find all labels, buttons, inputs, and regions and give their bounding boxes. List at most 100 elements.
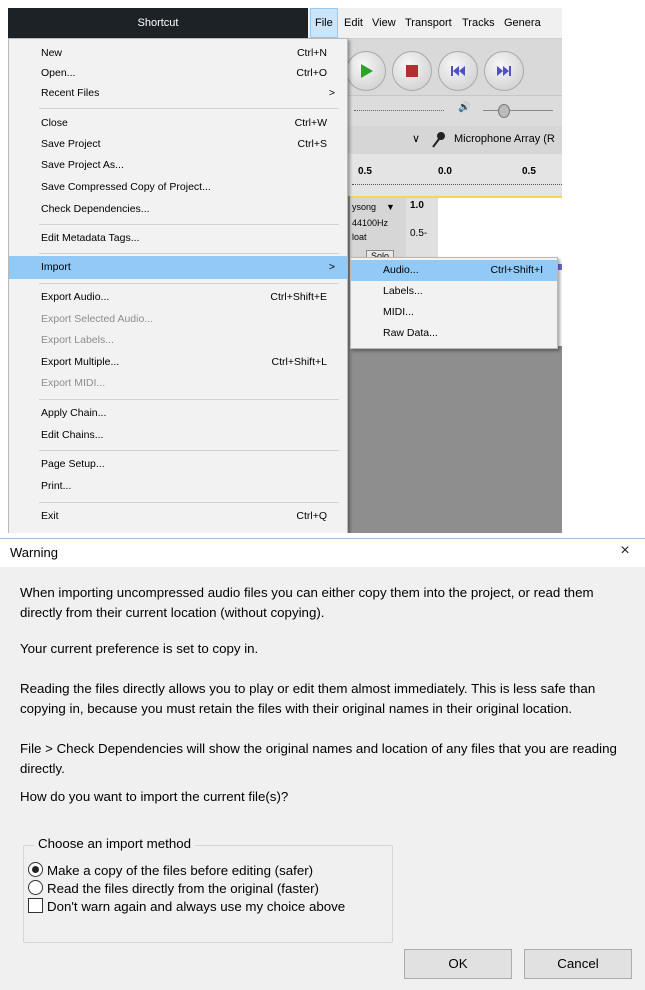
track-rate: 44100Hz [352,218,389,228]
menu-item-new[interactable]: New Ctrl+N [9,43,347,64]
warning-dialog: Warning × When importing uncompressed au… [0,538,645,990]
menu-item-apply-chain[interactable]: Apply Chain... [9,403,347,424]
radio-selected-icon[interactable] [28,862,43,877]
menu-tracks[interactable]: Tracks [462,8,495,38]
menu-item-shortcut: Ctrl+Shift+I [490,264,543,276]
dialog-title-bar: Warning × [0,539,645,567]
import-method-group: Choose an import method Make a copy of t… [23,836,393,943]
menu-item-label: Edit Chains... [41,429,104,441]
checkbox-icon[interactable] [28,898,43,913]
menu-separator [39,450,339,451]
menu-item-label: Edit Metadata Tags... [41,232,140,244]
menu-item-label: MIDI... [383,306,414,318]
dialog-question: How do you want to import the current fi… [20,789,289,804]
menu-item-page-setup[interactable]: Page Setup... [9,454,347,475]
play-icon [361,64,373,78]
menu-file[interactable]: File [310,8,338,38]
playback-slider-thumb[interactable] [498,104,510,118]
skip-to-end-button[interactable] [484,51,524,91]
menu-item-import[interactable]: Import > [9,256,347,279]
menu-item-edit-metadata-tags[interactable]: Edit Metadata Tags... [9,228,347,249]
menu-item-shortcut: Ctrl+Shift+L [271,356,327,368]
option-copy-files[interactable]: Make a copy of the files before editing … [28,862,313,880]
ok-button[interactable]: OK [404,949,512,979]
menu-item-label: Export Labels... [41,334,114,346]
dialog-message-preference: Your current preference is set to copy i… [20,641,259,656]
menu-generate[interactable]: Genera [504,8,541,38]
audacity-screenshot: Shortcut File Edit View Transport Tracks… [8,8,562,533]
menu-separator [39,399,339,400]
menu-item-label: Import [41,261,71,273]
option-copy-label: Make a copy of the files before editing … [47,863,314,878]
option-direct-label: Read the files directly from the origina… [47,881,319,896]
menu-bar: File Edit View Transport Tracks Genera [308,8,562,39]
menu-item-print[interactable]: Print... [9,476,347,497]
option-dont-warn-label: Don't warn again and always use my choic… [47,899,346,914]
submenu-item-raw-data[interactable]: Raw Data... [351,323,557,344]
submenu-item-midi[interactable]: MIDI... [351,302,557,323]
menu-item-export-multiple[interactable]: Export Multiple... Ctrl+Shift+L [9,352,347,373]
submenu-item-labels[interactable]: Labels... [351,281,557,302]
scale-mid-label: 0.5- [410,228,428,239]
menu-item-label: Page Setup... [41,458,105,470]
track-menu-arrow-icon[interactable]: ▼ [386,202,395,212]
menu-edit[interactable]: Edit [344,8,363,38]
menu-separator [39,502,339,503]
menu-item-label: Export Audio... [41,291,110,303]
menu-item-shortcut: Ctrl+Shift+E [270,291,327,303]
stop-icon [406,65,418,77]
microphone-icon [432,132,445,148]
option-dont-warn-again[interactable]: Don't warn again and always use my choic… [28,898,345,916]
menu-item-label: Save Project [41,138,101,150]
menu-item-save-compressed-copy[interactable]: Save Compressed Copy of Project... [9,177,347,198]
input-device-select[interactable]: Microphone Array (R [454,133,555,145]
menu-item-label: Audio... [383,264,419,276]
dialog-message-intro: When importing uncompressed audio files … [20,585,594,620]
chevron-down-icon[interactable]: ∨ [412,132,420,145]
submenu-item-audio[interactable]: Audio... Ctrl+Shift+I [351,260,557,281]
menu-item-label: Check Dependencies... [41,203,150,215]
stop-button[interactable] [392,51,432,91]
menu-view[interactable]: View [372,8,396,38]
menu-item-label: Export MIDI... [41,377,106,389]
menu-transport[interactable]: Transport [405,8,452,38]
menu-item-close[interactable]: Close Ctrl+W [9,113,347,134]
radio-unselected-icon[interactable] [28,880,43,895]
cancel-button[interactable]: Cancel [524,949,632,979]
ruler-tick-label: 0.0 [438,166,452,177]
menu-separator [39,253,339,254]
menu-item-label: Print... [41,480,72,492]
file-menu: New Ctrl+N Open... Ctrl+O Recent Files > Cl… [8,38,348,533]
option-read-directly[interactable]: Read the files directly from the origina… [28,880,319,898]
playback-volume-icon: 🔊 [458,102,471,113]
menu-separator [39,108,339,109]
menu-item-open[interactable]: Open... Ctrl+O [9,63,347,84]
menu-item-shortcut: Ctrl+Q [296,510,327,522]
menu-item-recent-files[interactable]: Recent Files > [9,83,347,104]
menu-item-save-project-as[interactable]: Save Project As... [9,155,347,176]
shortcut-title: Shortcut [137,17,179,29]
menu-item-save-project[interactable]: Save Project Ctrl+S [9,134,347,155]
menu-item-label: Labels... [383,285,423,297]
track-name-menu[interactable]: ysong [352,202,376,212]
close-icon[interactable]: × [615,542,635,560]
menu-item-label: Apply Chain... [41,407,107,419]
menu-item-check-dependencies[interactable]: Check Dependencies... [9,199,347,220]
menu-item-export-labels: Export Labels... [9,330,347,351]
menu-item-label: New [41,47,63,59]
scale-top-label: 1.0 [410,200,424,211]
menu-item-label: Open... [41,67,76,79]
submenu-arrow-icon: > [328,87,335,99]
skip-start-icon [451,66,465,76]
play-button[interactable] [346,51,386,91]
menu-item-exit[interactable]: Exit Ctrl+Q [9,506,347,527]
menu-item-shortcut: Ctrl+S [297,138,327,150]
menu-item-label: Recent Files [41,87,100,99]
ruler-tick-label: 0.5 [522,166,536,177]
menu-item-edit-chains[interactable]: Edit Chains... [9,425,347,446]
menu-item-export-audio[interactable]: Export Audio... Ctrl+Shift+E [9,287,347,308]
menu-separator [39,224,339,225]
dialog-message-dependencies: File > Check Dependencies will show the … [20,741,617,776]
menu-item-label: Exit [41,510,59,522]
skip-to-start-button[interactable] [438,51,478,91]
